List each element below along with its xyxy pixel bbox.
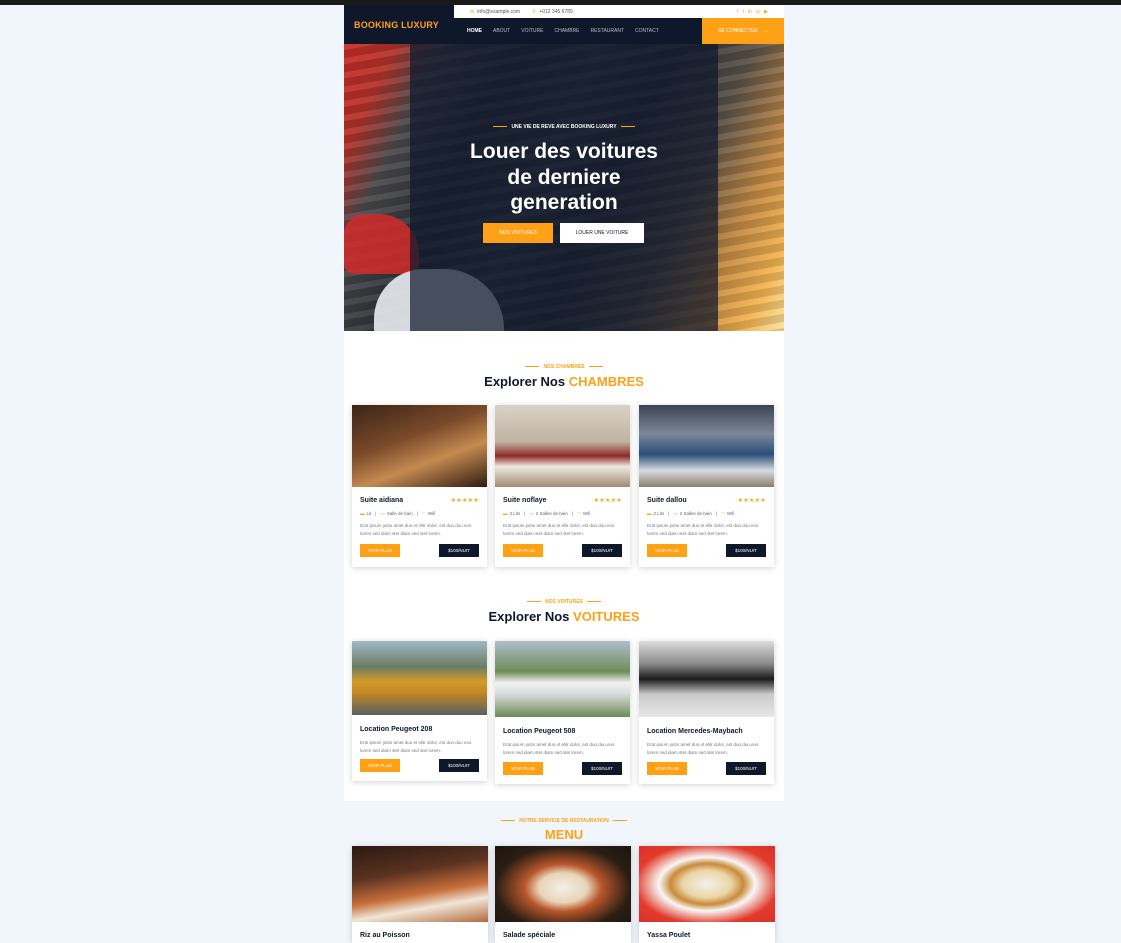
nav-home[interactable]: HOME [467, 28, 482, 34]
rooms-eyebrow: NOS CHAMBRES [344, 364, 784, 370]
dish-name: Salade spéciale [503, 932, 556, 939]
car-name: Location Mercedes-Maybach [647, 728, 743, 735]
car-name: Location Peugeot 508 [503, 728, 576, 735]
car-name: Location Peugeot 208 [360, 726, 433, 733]
menu-eyebrow: NOTRE SERVICE DE RESTAURATION [344, 818, 784, 824]
car-card: Location Peugeot 508 Erat ipsum justo am… [495, 641, 630, 784]
car-image [352, 641, 487, 715]
room-description: Erat ipsum justo amet duo et elitr dolor… [360, 523, 472, 536]
room-features: ▬ Lit | ▭ Salle de bain | ◠ Wifi [360, 511, 436, 516]
bath-icon: ▭ [529, 511, 534, 516]
contact-phone[interactable]: +012 345 6789 [539, 9, 573, 15]
room-card: Suite noflaye ★★★★★ ▬ 3 Lits | ▭ 2 Salles d… [495, 405, 630, 567]
bath-icon: ▭ [380, 511, 385, 516]
dish-image [639, 846, 775, 922]
cars-eyebrow: NOS VOITURES [344, 599, 784, 605]
view-more-button[interactable]: VOIR PLUS [503, 762, 543, 775]
room-card: Suite dallou ★★★★★ ▬ 2 Lits | ▭ 2 Salles de… [639, 405, 774, 567]
contact-infobar: ✉ info@example.com ✆ +012 345 6789 [454, 5, 784, 18]
menu-card[interactable]: Yassa Poulet [639, 846, 775, 943]
hero-banner: UNE VIE DE REVE AVEC BOOKING LUXURY Loue… [344, 44, 784, 331]
car-card: Location Mercedes-Maybach Erat ipsum jus… [639, 641, 774, 784]
nav-about[interactable]: ABOUT [493, 28, 510, 34]
youtube-icon[interactable]: ▶ [764, 9, 768, 15]
cars-title: Explorer Nos VOITURES [488, 609, 640, 624]
facebook-icon[interactable]: f [737, 9, 738, 15]
nav-chambre[interactable]: CHAMBRE [554, 28, 579, 34]
room-image [639, 405, 774, 487]
car-description: Erat ipsum justo amet duo et elitr dolor… [647, 742, 759, 755]
room-features: ▬ 3 Lits | ▭ 2 Salles de bain | ◠ Wifi [503, 511, 591, 516]
social-icons: f t in ◎ ▶ [737, 5, 768, 18]
car-image [495, 641, 630, 717]
dish-image [495, 846, 631, 922]
twitter-icon[interactable]: t [742, 9, 743, 15]
car-image [639, 641, 774, 717]
price-button[interactable]: $100/NUIT [439, 544, 479, 557]
instagram-icon[interactable]: ◎ [756, 9, 760, 15]
dish-name: Riz au Poisson [360, 932, 410, 939]
nav-contact[interactable]: CONTACT [635, 28, 659, 34]
room-features: ▬ 2 Lits | ▭ 2 Salles de bain | ◠ Wifi [647, 511, 735, 516]
room-image [352, 405, 487, 487]
contact-email[interactable]: info@example.com [477, 9, 520, 15]
wifi-icon: ◠ [576, 511, 581, 516]
hero-subtitle: UNE VIE DE REVE AVEC BOOKING LUXURY [344, 124, 784, 130]
login-label: SE CONNECTER [718, 28, 758, 34]
room-name: Suite aidiana [360, 497, 404, 504]
dish-name: Yassa Poulet [647, 932, 691, 939]
room-description: Erat ipsum justo amet duo et elitr dolor… [503, 523, 615, 536]
main-nav: HOME ABOUT VOITURE CHAMBRE RESTAURANT CO… [454, 18, 702, 44]
menu-title: MENU [544, 827, 584, 842]
rating-stars: ★★★★★ [593, 498, 622, 504]
wifi-icon: ◠ [421, 511, 426, 516]
view-more-button[interactable]: VOIR PLUS [647, 544, 687, 557]
price-button[interactable]: $100/NUIT [726, 762, 766, 775]
nav-voiture[interactable]: VOITURE [521, 28, 543, 34]
view-more-button[interactable]: VOIR PLUS [360, 759, 400, 772]
wifi-icon: ◠ [720, 511, 725, 516]
menu-card[interactable]: Riz au Poisson [352, 846, 488, 943]
menu-card[interactable]: Salade spéciale [495, 846, 631, 943]
bed-icon: ▬ [360, 511, 365, 516]
room-description: Erat ipsum justo amet duo et elitr dolor… [647, 523, 759, 536]
dish-image [352, 846, 488, 922]
nav-restaurant[interactable]: RESTAURANT [590, 28, 624, 34]
phone-icon: ✆ [532, 8, 537, 15]
bed-icon: ▬ [647, 511, 652, 516]
rating-stars: ★★★★★ [450, 498, 479, 504]
linkedin-icon[interactable]: in [748, 9, 752, 15]
bath-icon: ▭ [673, 511, 678, 516]
login-button[interactable]: SE CONNECTER → [702, 18, 784, 44]
car-card: Location Peugeot 208 Erat ipsum justo am… [352, 641, 487, 781]
page-container: BOOKING LUXURY ✉ info@example.com ✆ +012 3… [344, 5, 784, 801]
view-more-button[interactable]: VOIR PLUS [647, 762, 687, 775]
our-cars-button[interactable]: NOS VOITURES [483, 223, 553, 243]
bed-icon: ▬ [503, 511, 508, 516]
room-card: Suite aidiana ★★★★★ ▬ Lit | ▭ Salle de bain… [352, 405, 487, 567]
room-name: Suite dallou [647, 497, 687, 504]
price-button[interactable]: $100/NUIT [439, 759, 479, 772]
envelope-icon: ✉ [470, 8, 475, 15]
car-description: Erat ipsum justo amet duo et elitr dolor… [503, 742, 615, 755]
price-button[interactable]: $100/NUIT [582, 762, 622, 775]
room-name: Suite noflaye [503, 497, 547, 504]
view-more-button[interactable]: VOIR PLUS [503, 544, 543, 557]
price-button[interactable]: $100/NUIT [582, 544, 622, 557]
price-button[interactable]: $100/NUIT [726, 544, 766, 557]
view-more-button[interactable]: VOIR PLUS [360, 544, 400, 557]
car-description: Erat ipsum justo amet duo et elitr dolor… [360, 740, 472, 753]
brand-logo[interactable]: BOOKING LUXURY [344, 5, 454, 44]
hero-title: Louer des voitures de derniere generatio… [470, 140, 658, 214]
rating-stars: ★★★★★ [737, 498, 766, 504]
room-image [495, 405, 630, 487]
rent-car-button[interactable]: LOUER UNE VOITURE [560, 223, 644, 243]
arrow-right-icon: → [762, 28, 768, 34]
rooms-title: Explorer Nos CHAMBRES [484, 374, 644, 389]
